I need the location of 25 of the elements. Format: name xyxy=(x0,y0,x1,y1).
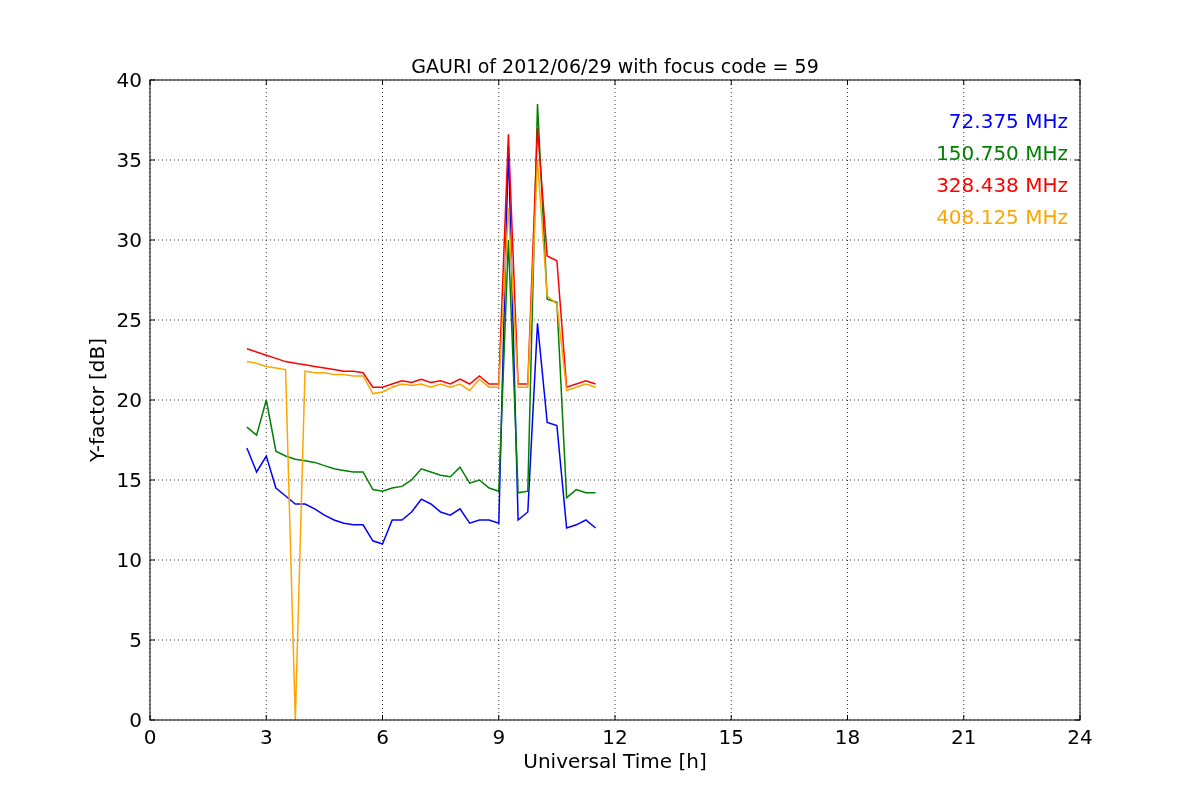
y-tick-label: 5 xyxy=(129,628,142,652)
legend-label: 408.125 MHz xyxy=(936,205,1068,229)
x-tick-label: 3 xyxy=(259,725,273,749)
x-tick-label: 18 xyxy=(834,725,861,749)
y-tick-label: 0 xyxy=(129,708,142,732)
x-tick-label: 6 xyxy=(376,725,389,749)
y-axis-label: Y-factor [dB] xyxy=(85,338,109,462)
y-tick-label: 15 xyxy=(116,468,142,492)
y-tick-label: 35 xyxy=(116,148,142,172)
x-tick-label: 24 xyxy=(1067,725,1093,749)
y-tick-label: 20 xyxy=(116,388,142,412)
legend-label: 150.750 MHz xyxy=(936,141,1068,165)
x-tick-label: 12 xyxy=(602,725,628,749)
y-tick-label: 40 xyxy=(116,68,142,92)
y-tick-label: 25 xyxy=(116,308,142,332)
x-axis-label: Universal Time [h] xyxy=(523,749,707,773)
x-tick-label: 9 xyxy=(492,725,506,749)
y-tick-label: 30 xyxy=(116,228,142,252)
x-tick-label: 15 xyxy=(718,725,744,749)
chart-title: GAURI of 2012/06/29 with focus code = 59 xyxy=(411,55,819,77)
x-tick-label: 0 xyxy=(143,725,157,749)
x-tick-label: 21 xyxy=(951,725,977,749)
legend-label: 328.438 MHz xyxy=(936,173,1068,197)
legend-label: 72.375 MHz xyxy=(948,109,1068,133)
y-tick-label: 10 xyxy=(116,548,142,572)
